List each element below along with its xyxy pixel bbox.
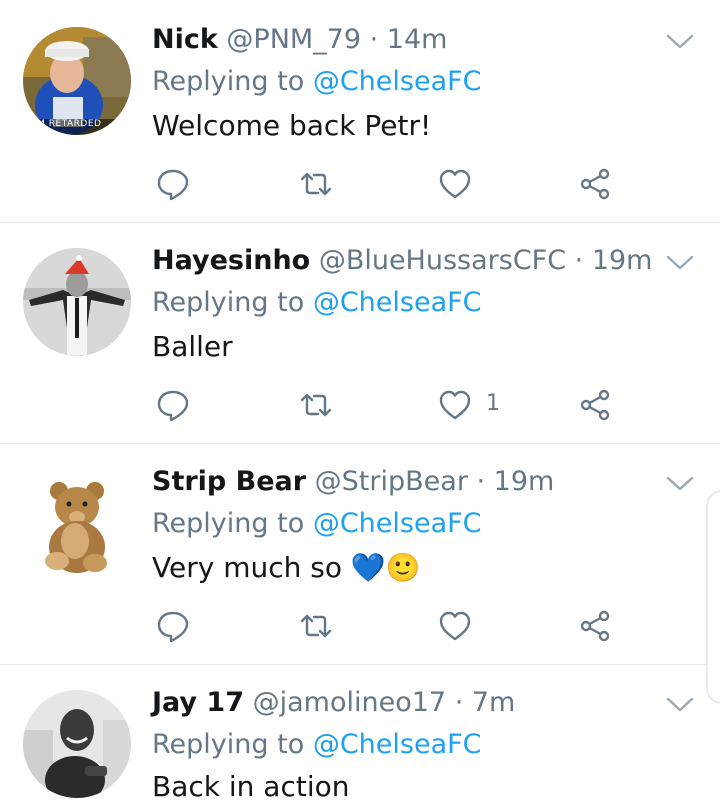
like-icon[interactable] [437, 166, 473, 202]
timestamp[interactable]: · 19m [575, 245, 653, 276]
tweet[interactable]: I'M RETARDED Nick @PNM_79 · 14m Replying… [0, 0, 720, 222]
display-name[interactable]: Strip Bear [152, 466, 306, 497]
tweet-text: Very much so 💙🙂 [152, 550, 421, 586]
replying-label: Replying to [152, 729, 313, 760]
tweet-text-body: Very much so [152, 551, 342, 584]
avatar[interactable] [23, 690, 131, 798]
replying-label: Replying to [152, 66, 313, 97]
avatar[interactable] [23, 248, 131, 356]
chevron-down-icon[interactable] [665, 32, 695, 52]
chevron-down-icon[interactable] [665, 695, 695, 715]
tweet-header: Nick @PNM_79 · 14m [152, 23, 447, 57]
avatar-caption: I'M RETARDED [31, 119, 102, 129]
reply-feed: I'M RETARDED Nick @PNM_79 · 14m Replying… [0, 0, 720, 809]
handle[interactable]: @PNM_79 [226, 24, 361, 55]
timestamp[interactable]: · 19m [477, 466, 555, 497]
avatar-image [23, 690, 131, 798]
mention-link[interactable]: @ChelseaFC [313, 66, 482, 97]
replying-label: Replying to [152, 287, 313, 318]
replying-to: Replying to @ChelseaFC [152, 507, 482, 541]
display-name[interactable]: Hayesinho [152, 245, 310, 276]
replying-to: Replying to @ChelseaFC [152, 728, 482, 762]
share-icon[interactable] [577, 608, 613, 644]
tweet-header: Jay 17 @jamolineo17 · 7m [152, 686, 515, 720]
tweet-header: Hayesinho @BlueHussarsCFC · 19m [152, 244, 652, 278]
replying-label: Replying to [152, 508, 313, 539]
mention-link[interactable]: @ChelseaFC [313, 729, 482, 760]
display-name[interactable]: Nick [152, 24, 218, 55]
smile-emoji: 🙂 [385, 551, 421, 584]
avatar[interactable] [23, 469, 131, 577]
retweet-icon[interactable] [298, 166, 334, 202]
tweet-text: Baller [152, 330, 233, 363]
tweet-text: Back in action [152, 770, 350, 803]
display-name[interactable]: Jay 17 [152, 687, 244, 718]
avatar[interactable]: I'M RETARDED [23, 27, 131, 135]
mention-link[interactable]: @ChelseaFC [313, 508, 482, 539]
handle[interactable]: @StripBear [315, 466, 468, 497]
replying-to: Replying to @ChelseaFC [152, 65, 482, 99]
reply-icon[interactable] [155, 608, 191, 644]
chevron-down-icon[interactable] [665, 474, 695, 494]
avatar-image [23, 469, 131, 577]
tweet-header: Strip Bear @StripBear · 19m [152, 465, 554, 499]
share-icon[interactable] [577, 166, 613, 202]
like-count: 1 [486, 391, 500, 416]
handle[interactable]: @BlueHussarsCFC [319, 245, 566, 276]
scrollbar[interactable] [706, 490, 720, 704]
blue-heart-emoji: 💙 [350, 551, 386, 584]
tweet[interactable]: Strip Bear @StripBear · 19m Replying to … [0, 444, 720, 664]
timestamp[interactable]: · 7m [455, 687, 516, 718]
reply-icon[interactable] [155, 166, 191, 202]
reply-icon[interactable] [155, 387, 191, 423]
retweet-icon[interactable] [298, 387, 334, 423]
timestamp[interactable]: · 14m [370, 24, 448, 55]
tweet-text: Welcome back Petr! [152, 109, 432, 142]
replying-to: Replying to @ChelseaFC [152, 286, 482, 320]
retweet-icon[interactable] [298, 608, 334, 644]
tweet[interactable]: Jay 17 @jamolineo17 · 7m Replying to @Ch… [0, 665, 720, 809]
like-icon[interactable] [437, 608, 473, 644]
mention-link[interactable]: @ChelseaFC [313, 287, 482, 318]
share-icon[interactable] [577, 387, 613, 423]
handle[interactable]: @jamolineo17 [253, 687, 446, 718]
like-icon[interactable] [437, 387, 473, 423]
chevron-down-icon[interactable] [665, 253, 695, 273]
avatar-image [23, 248, 131, 356]
tweet[interactable]: Hayesinho @BlueHussarsCFC · 19m Replying… [0, 223, 720, 443]
